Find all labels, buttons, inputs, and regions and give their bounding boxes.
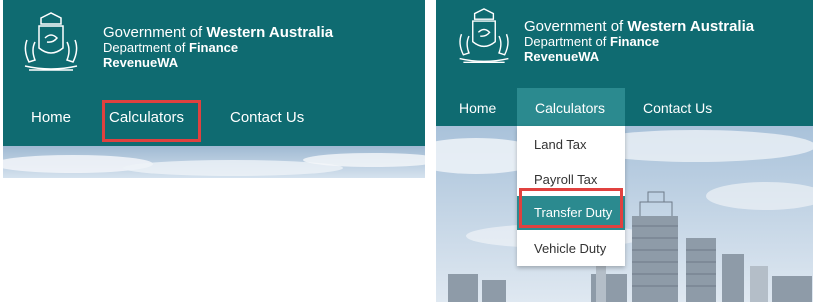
menu-item-vehicle-duty[interactable]: Vehicle Duty	[517, 232, 625, 266]
nav-home[interactable]: Home	[459, 100, 496, 116]
brand-title: Government of Western Australia Departme…	[524, 18, 755, 65]
wa-coat-of-arms-icon	[459, 8, 509, 64]
nav-contact-us[interactable]: Contact Us	[230, 109, 304, 126]
menu-item-land-tax[interactable]: Land Tax	[517, 128, 625, 162]
nav-contact-us[interactable]: Contact Us	[643, 100, 712, 116]
site-header: Government of Western Australia Departme…	[436, 0, 813, 126]
nav-calculators[interactable]: Calculators	[535, 100, 605, 116]
brand-title: Government of Western Australia Departme…	[103, 24, 334, 71]
nav-home[interactable]: Home	[31, 109, 71, 126]
screenshot-before: Government of Western Australia Departme…	[3, 0, 425, 178]
sky-banner-image	[3, 146, 425, 178]
highlight-calculators	[102, 100, 201, 142]
wa-coat-of-arms-icon	[24, 12, 78, 71]
site-header: Government of Western Australia Departme…	[3, 0, 425, 146]
screenshot-after: Government of Western Australia Departme…	[436, 0, 813, 302]
highlight-transfer-duty	[519, 188, 623, 228]
